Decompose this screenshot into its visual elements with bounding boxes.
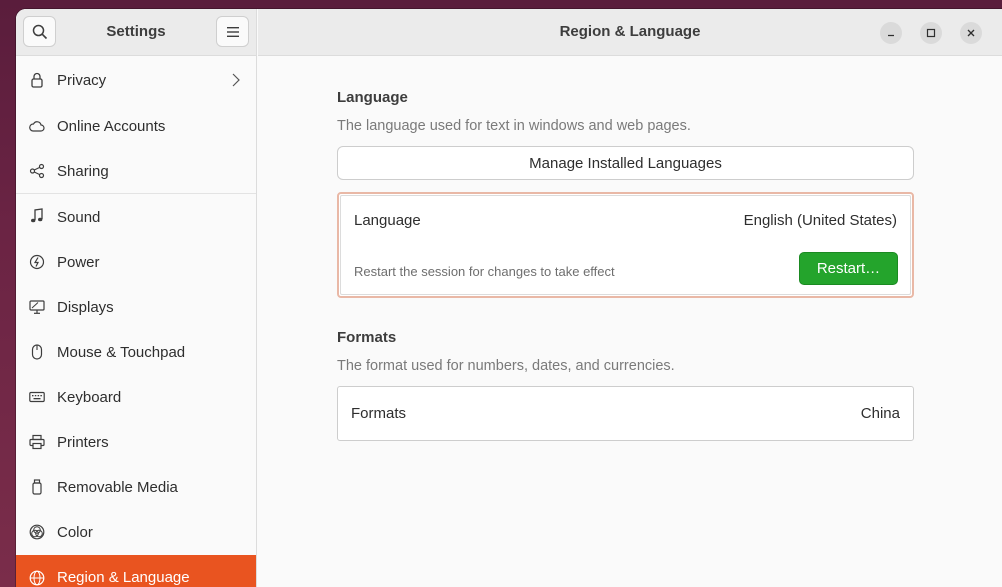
formats-row-value: China bbox=[860, 405, 900, 422]
usb-drive-icon bbox=[29, 479, 45, 495]
minimize-button[interactable] bbox=[880, 22, 902, 44]
language-row[interactable]: Language English (United States) Restart… bbox=[337, 192, 914, 298]
display-icon bbox=[29, 299, 45, 315]
sidebar-item-label: Removable Media bbox=[57, 479, 178, 496]
header-bar: Region & Language bbox=[258, 9, 1002, 56]
formats-row[interactable]: Formats China bbox=[337, 386, 914, 441]
restart-note: Restart the session for changes to take … bbox=[354, 264, 615, 279]
sidebar-item-label: Region & Language bbox=[57, 569, 190, 586]
sidebar-item-label: Sharing bbox=[57, 162, 109, 180]
sidebar-item-label: Power bbox=[57, 254, 100, 271]
settings-window: Settings Privacy Online Accounts Sharing… bbox=[16, 9, 1002, 587]
sidebar-item-privacy[interactable]: Privacy bbox=[16, 56, 256, 104]
chevron-right-icon bbox=[232, 73, 240, 91]
minimize-icon bbox=[888, 34, 894, 37]
language-section-subtitle: The language used for text in windows an… bbox=[337, 118, 691, 134]
sidebar-header: Settings bbox=[16, 9, 256, 56]
cloud-icon bbox=[29, 118, 45, 134]
music-note-icon bbox=[29, 208, 45, 224]
power-icon bbox=[29, 254, 45, 270]
sidebar-item-label: Printers bbox=[57, 434, 109, 451]
printer-icon bbox=[29, 434, 45, 450]
sidebar-item-power[interactable]: Power bbox=[16, 240, 256, 285]
sidebar-item-label: Privacy bbox=[57, 71, 107, 89]
sidebar-item-label: Online Accounts bbox=[57, 118, 166, 135]
sidebar-item-label: Color bbox=[57, 524, 93, 541]
language-section-title: Language bbox=[337, 89, 408, 106]
sidebar-item-label: Displays bbox=[57, 299, 114, 316]
formats-section-subtitle: The format used for numbers, dates, and … bbox=[337, 358, 675, 374]
sidebar: Settings Privacy Online Accounts Sharing… bbox=[16, 9, 257, 587]
sidebar-item-label: Keyboard bbox=[57, 389, 122, 406]
sidebar-item-online-accounts[interactable]: Online Accounts bbox=[16, 104, 256, 149]
sidebar-item-label: Sound bbox=[57, 208, 101, 226]
formats-row-label: Formats bbox=[351, 405, 407, 422]
manage-installed-languages-button[interactable]: Manage Installed Languages bbox=[337, 146, 914, 180]
sidebar-item-keyboard[interactable]: Keyboard bbox=[16, 375, 256, 420]
sidebar-item-color[interactable]: Color bbox=[16, 510, 256, 555]
sidebar-item-removable-media[interactable]: Removable Media bbox=[16, 465, 256, 510]
sidebar-item-displays[interactable]: Displays bbox=[16, 285, 256, 330]
sidebar-item-sound[interactable]: Sound bbox=[16, 194, 256, 240]
sidebar-item-sharing[interactable]: Sharing bbox=[16, 149, 256, 194]
globe-icon bbox=[29, 570, 45, 586]
lock-icon bbox=[29, 72, 45, 88]
sidebar-item-region-language[interactable]: Region & Language bbox=[16, 555, 256, 587]
language-row-label: Language bbox=[354, 212, 421, 229]
color-icon bbox=[29, 524, 45, 540]
sidebar-item-printers[interactable]: Printers bbox=[16, 420, 256, 465]
maximize-button[interactable] bbox=[920, 22, 942, 44]
formats-section-title: Formats bbox=[337, 329, 397, 346]
restart-button[interactable]: Restart… bbox=[799, 252, 898, 285]
sidebar-item-mouse-touchpad[interactable]: Mouse & Touchpad bbox=[16, 330, 256, 375]
close-button[interactable] bbox=[960, 22, 982, 44]
share-icon bbox=[29, 163, 45, 179]
keyboard-icon bbox=[29, 389, 45, 405]
hamburger-menu-icon bbox=[226, 26, 239, 37]
mouse-icon bbox=[29, 344, 45, 360]
sidebar-item-label: Mouse & Touchpad bbox=[57, 344, 186, 361]
language-row-inner: Language English (United States) Restart… bbox=[340, 195, 911, 295]
maximize-icon bbox=[926, 28, 936, 38]
main-panel: Region & Language Language The language … bbox=[258, 9, 1002, 587]
language-row-value: English (United States) bbox=[743, 212, 897, 229]
close-icon bbox=[967, 29, 975, 37]
menu-button[interactable] bbox=[216, 16, 249, 47]
